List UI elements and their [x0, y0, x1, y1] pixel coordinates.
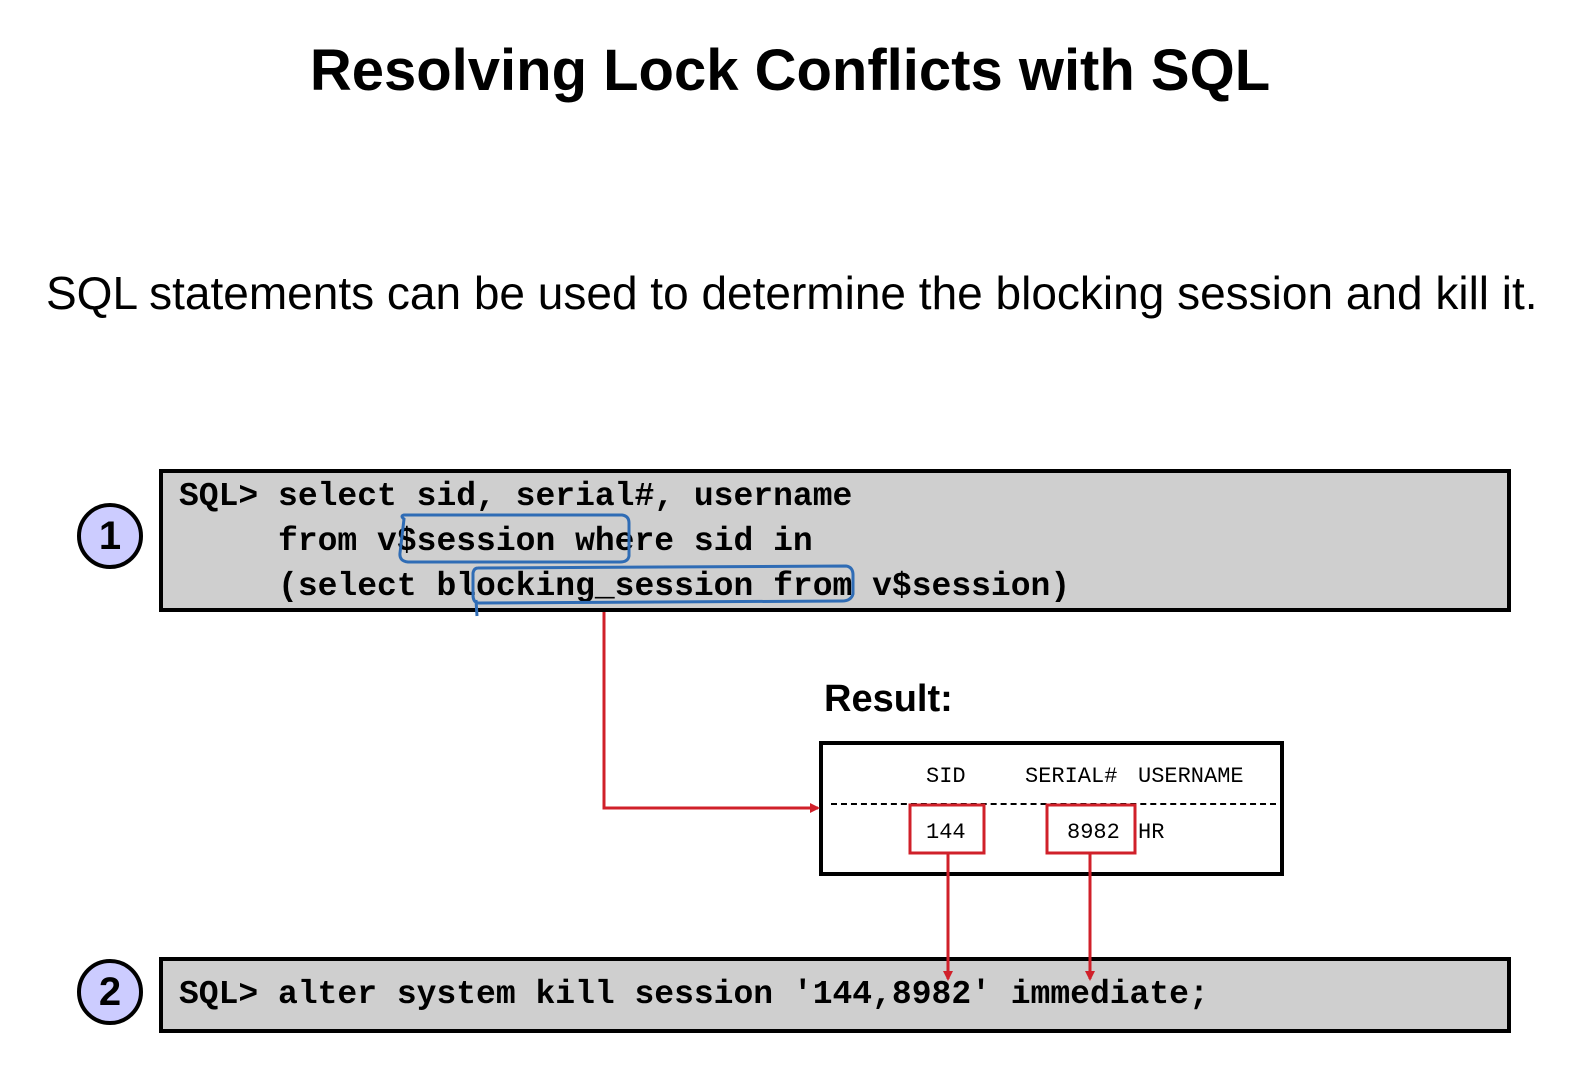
highlight-sid-value: [908, 803, 986, 855]
arrow-query-to-result: [602, 612, 820, 813]
highlight-serial-value: [1045, 803, 1137, 855]
annotation-overlay: [398, 513, 1137, 981]
highlight-blocking-session: [471, 564, 855, 617]
highlight-vsession: [398, 513, 631, 564]
